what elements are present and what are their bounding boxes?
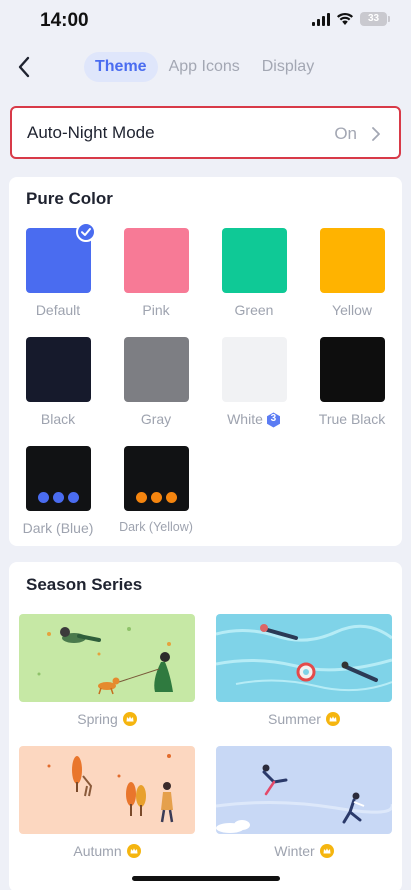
season-winter[interactable]: Winter xyxy=(216,746,392,859)
swatch-white[interactable]: White 3 xyxy=(206,337,302,427)
season-label: Autumn xyxy=(73,843,122,859)
auto-night-mode-value: On xyxy=(334,124,357,143)
pure-color-section: Pure Color Default Pink Green Yellow Bla… xyxy=(9,177,402,546)
status-icons: 33 xyxy=(312,12,390,26)
crown-icon xyxy=(122,712,137,726)
swatch-gray[interactable]: Gray xyxy=(108,337,204,427)
crown-icon xyxy=(126,844,141,858)
swatch-label: Default xyxy=(35,302,81,318)
swatch-label: Gray xyxy=(140,411,172,427)
swatch-color xyxy=(319,228,385,293)
swatch-label: Dark (Yellow) xyxy=(119,520,193,534)
season-series-title: Season Series xyxy=(26,575,143,594)
accent-dots xyxy=(26,492,91,503)
cellular-signal-icon xyxy=(312,12,330,26)
swatch-color xyxy=(319,337,385,402)
swatch-true-black[interactable]: True Black xyxy=(304,337,400,427)
level-badge-icon: 3 xyxy=(266,412,281,427)
status-time: 14:00 xyxy=(40,10,89,31)
season-label: Winter xyxy=(274,843,315,859)
auto-night-mode-label: Auto-Night Mode xyxy=(27,123,155,142)
pure-color-title: Pure Color xyxy=(26,189,113,208)
auto-night-mode-row[interactable]: Auto-Night Mode On xyxy=(10,106,401,159)
swatch-color xyxy=(221,337,287,402)
swatch-color xyxy=(25,446,91,511)
nav-bar: Theme App Icons Display xyxy=(0,44,411,90)
back-button[interactable] xyxy=(12,50,40,84)
season-spring[interactable]: Spring xyxy=(19,614,195,727)
swatch-color xyxy=(25,337,91,402)
season-summer[interactable]: Summer xyxy=(216,614,392,727)
tab-app-icons[interactable]: App Icons xyxy=(158,52,251,82)
swatch-label: Green xyxy=(234,302,274,318)
swatch-color xyxy=(123,337,189,402)
season-label: Summer xyxy=(268,711,321,727)
swatch-black[interactable]: Black xyxy=(10,337,106,427)
winter-illustration xyxy=(216,746,392,834)
swatch-green[interactable]: Green xyxy=(206,228,302,318)
season-autumn[interactable]: Autumn xyxy=(19,746,195,859)
battery-icon: 33 xyxy=(360,12,390,26)
home-indicator[interactable] xyxy=(132,876,280,881)
swatch-label: True Black xyxy=(318,411,386,427)
season-series-section: Season Series Spring Summer Autumn Winte… xyxy=(9,562,402,890)
swatch-color xyxy=(123,446,189,511)
accent-dots xyxy=(124,492,189,503)
swatch-dark-blue[interactable]: Dark (Blue) xyxy=(10,446,106,536)
chevron-left-icon xyxy=(18,56,30,78)
swatch-yellow[interactable]: Yellow xyxy=(304,228,400,318)
autumn-illustration xyxy=(19,746,195,834)
swatch-color xyxy=(221,228,287,293)
selected-check-icon xyxy=(75,222,96,242)
swatch-color xyxy=(25,222,96,293)
swatch-label: White xyxy=(227,411,263,427)
wifi-icon xyxy=(337,12,353,25)
swatch-default[interactable]: Default xyxy=(10,222,106,318)
spring-illustration xyxy=(19,614,195,702)
swatch-label: Dark (Blue) xyxy=(22,520,94,536)
level-badge-number: 3 xyxy=(270,412,277,424)
tab-display[interactable]: Display xyxy=(251,52,325,82)
status-bar: 14:00 33 xyxy=(0,0,411,44)
tab-bar: Theme App Icons Display xyxy=(84,52,325,82)
swatch-label: Yellow xyxy=(332,302,372,318)
crown-icon xyxy=(325,712,340,726)
swatch-label: Pink xyxy=(142,302,170,318)
crown-icon xyxy=(319,844,334,858)
swatch-dark-yellow[interactable]: Dark (Yellow) xyxy=(108,446,204,534)
tab-theme[interactable]: Theme xyxy=(84,52,158,82)
season-label: Spring xyxy=(77,711,118,727)
swatch-color xyxy=(123,228,189,293)
summer-illustration xyxy=(216,614,392,702)
swatch-label: Black xyxy=(40,411,76,427)
chevron-right-icon xyxy=(372,127,380,141)
swatch-pink[interactable]: Pink xyxy=(108,228,204,318)
